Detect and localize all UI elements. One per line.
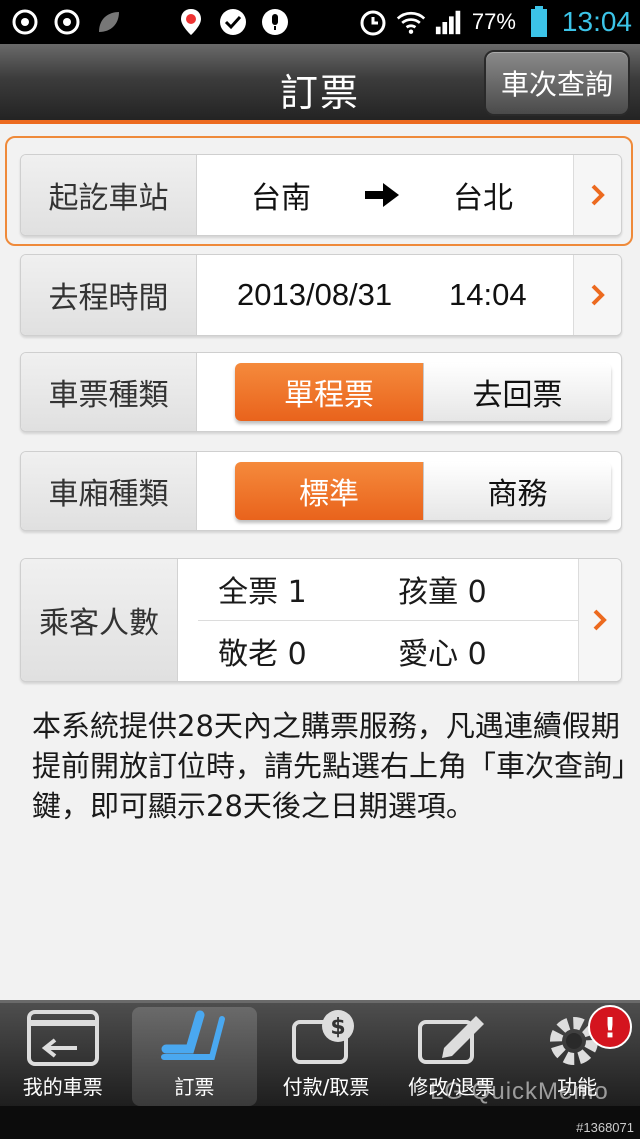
senior-count[interactable]: 敬老 0 (218, 620, 398, 681)
leaf-icon (94, 7, 124, 37)
booking-note: 本系統提供28天內之購票服務，凡遇連續假期提前開放訂位時，請先點選右上角「車次查… (32, 709, 627, 823)
ticket-type-label: 車票種類 (21, 353, 197, 431)
departure-date[interactable]: 2013/08/31 (237, 277, 392, 313)
adult-count[interactable]: 全票 1 (218, 559, 398, 620)
mic-icon (260, 7, 290, 37)
from-station[interactable]: 台南 (251, 173, 311, 217)
car-type-row: 車廂種類 標準 商務 (20, 451, 622, 531)
disabled-count[interactable]: 愛心 0 (398, 620, 578, 681)
departure-label: 去程時間 (21, 255, 197, 335)
departure-time[interactable]: 14:04 (449, 277, 527, 313)
location-pin-icon (176, 7, 206, 37)
app-icon (10, 7, 40, 37)
train-search-button[interactable]: 車次查詢 (484, 50, 630, 116)
signal-icon (434, 7, 464, 37)
clock-time: 13:04 (561, 6, 632, 37)
ticket-type-row: 車票種類 單程票 去回票 (20, 352, 622, 432)
nav-payment[interactable]: $ 付款/取票 (263, 1003, 389, 1106)
car-type-toggle[interactable]: 標準 商務 (235, 462, 611, 520)
chevron-right-icon[interactable] (573, 155, 621, 235)
one-way-option[interactable]: 單程票 (235, 363, 423, 421)
nav-booking[interactable]: 訂票 (131, 1007, 258, 1106)
payment-icon: $ (286, 1005, 366, 1071)
alert-badge: ! (587, 1005, 632, 1049)
system-bar (0, 1106, 640, 1139)
wifi-icon (396, 7, 426, 37)
nav-label: 付款/取票 (282, 1075, 370, 1099)
business-option[interactable]: 商務 (423, 462, 611, 520)
stations-label: 起訖車站 (21, 155, 197, 235)
nav-label: 我的車票 (22, 1075, 103, 1099)
car-type-label: 車廂種類 (21, 452, 197, 530)
app-header: 訂票 車次查詢 (0, 44, 640, 124)
svg-text:$: $ (330, 1015, 345, 1040)
chevron-right-icon[interactable] (578, 559, 621, 681)
departure-row[interactable]: 去程時間 2013/08/31 14:04 (20, 254, 622, 336)
standard-option[interactable]: 標準 (235, 462, 423, 520)
watermark: LG QuickMemo (430, 1078, 609, 1105)
status-bar: 77% 13:04 (0, 0, 640, 44)
ticket-back-icon (23, 1005, 103, 1071)
passengers-row[interactable]: 乘客人數 全票 1 孩童 0 敬老 0 愛心 0 (20, 558, 622, 682)
ticket-type-toggle[interactable]: 單程票 去回票 (235, 363, 611, 421)
child-count[interactable]: 孩童 0 (398, 559, 578, 620)
edit-icon (412, 1005, 492, 1071)
battery-percent: 77% (471, 9, 516, 34)
check-bubble-icon (218, 7, 248, 37)
round-trip-option[interactable]: 去回票 (423, 363, 611, 421)
divider (198, 620, 579, 621)
chevron-right-icon[interactable] (573, 255, 621, 335)
stations-row[interactable]: 起訖車站 台南 台北 (20, 154, 622, 236)
battery-icon (524, 6, 554, 37)
arrow-right-icon (365, 183, 399, 211)
to-station[interactable]: 台北 (453, 173, 513, 217)
passengers-label: 乘客人數 (21, 559, 179, 681)
alarm-icon (358, 7, 388, 37)
seat-icon (154, 1007, 234, 1071)
app-icon (52, 7, 82, 37)
nav-my-tickets[interactable]: 我的車票 (0, 1003, 126, 1106)
image-id: #1368071 (576, 1120, 634, 1135)
nav-label: 訂票 (174, 1075, 215, 1099)
